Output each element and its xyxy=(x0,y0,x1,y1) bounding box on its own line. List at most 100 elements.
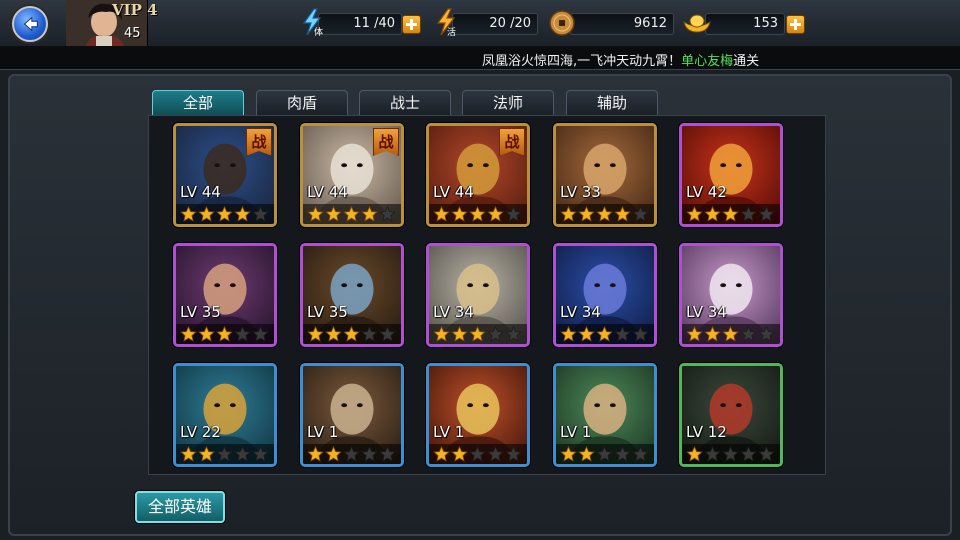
star-empty-icon xyxy=(740,326,757,342)
star-filled-icon xyxy=(704,326,721,342)
star-empty-icon xyxy=(505,206,522,222)
star-filled-icon xyxy=(560,206,577,222)
hero-star-rating xyxy=(176,204,274,224)
star-filled-icon xyxy=(180,446,197,462)
star-empty-icon xyxy=(632,326,649,342)
star-filled-icon xyxy=(325,446,342,462)
back-button[interactable] xyxy=(12,6,48,42)
tab-support[interactable]: 辅助 xyxy=(566,90,658,116)
hero-star-rating xyxy=(682,324,780,344)
hero-card[interactable]: LV 35 xyxy=(300,243,404,347)
hero-level: LV 34 xyxy=(686,303,727,321)
star-filled-icon xyxy=(469,326,486,342)
hero-level: LV 44 xyxy=(433,183,474,201)
star-empty-icon xyxy=(379,446,396,462)
star-filled-icon xyxy=(686,446,703,462)
announcement-marquee: 凤凰浴火惊四海,一飞冲天动九霄！单心友梅通关 xyxy=(0,48,960,70)
star-filled-icon xyxy=(614,206,631,222)
star-empty-icon xyxy=(505,446,522,462)
hero-card[interactable]: LV 42 xyxy=(679,123,783,227)
star-empty-icon xyxy=(234,446,251,462)
all-heroes-button[interactable]: 全部英雄 xyxy=(135,491,225,523)
star-filled-icon xyxy=(325,326,342,342)
hero-card[interactable]: LV 22 xyxy=(173,363,277,467)
star-filled-icon xyxy=(686,326,703,342)
star-filled-icon xyxy=(433,446,450,462)
tab-tank[interactable]: 肉盾 xyxy=(256,90,348,116)
tab-warrior[interactable]: 战士 xyxy=(359,90,451,116)
hero-star-rating xyxy=(303,204,401,224)
star-filled-icon xyxy=(596,326,613,342)
star-empty-icon xyxy=(740,206,757,222)
star-empty-icon xyxy=(740,446,757,462)
player-level: 45 xyxy=(124,26,141,41)
star-filled-icon xyxy=(343,206,360,222)
star-filled-icon xyxy=(343,326,360,342)
hero-card[interactable]: LV 1 xyxy=(553,363,657,467)
hero-star-rating xyxy=(556,324,654,344)
hero-card[interactable]: LV 1 xyxy=(300,363,404,467)
star-filled-icon xyxy=(560,446,577,462)
star-empty-icon xyxy=(758,206,775,222)
star-empty-icon xyxy=(758,446,775,462)
tab-all[interactable]: 全部 xyxy=(152,90,244,116)
gold-ingot-icon xyxy=(683,14,711,33)
top-bar: VIP 4 45 11 /40 体 20 /20 活 9612 153 xyxy=(0,0,960,48)
star-empty-icon xyxy=(252,326,269,342)
hero-level: LV 34 xyxy=(433,303,474,321)
star-filled-icon xyxy=(722,206,739,222)
star-filled-icon xyxy=(596,206,613,222)
star-filled-icon xyxy=(560,326,577,342)
hero-card[interactable]: LV 12 xyxy=(679,363,783,467)
hero-card[interactable]: LV 1 xyxy=(426,363,530,467)
star-empty-icon xyxy=(361,326,378,342)
hero-star-rating xyxy=(176,444,274,464)
vip-label: VIP 4 xyxy=(112,1,158,19)
marquee-text-main: 凤凰浴火惊四海,一飞冲天动九霄！ xyxy=(482,54,682,69)
back-arrow-icon xyxy=(23,16,38,32)
hero-card[interactable]: LV 34 xyxy=(679,243,783,347)
star-filled-icon xyxy=(198,446,215,462)
hero-star-rating xyxy=(303,444,401,464)
star-filled-icon xyxy=(433,206,450,222)
hero-card[interactable]: 战 LV 44 xyxy=(426,123,530,227)
marquee-player-name: 单心友梅 xyxy=(681,54,734,69)
hero-level: LV 22 xyxy=(180,423,221,441)
star-empty-icon xyxy=(758,326,775,342)
tab-mage[interactable]: 法师 xyxy=(462,90,554,116)
star-filled-icon xyxy=(180,326,197,342)
star-empty-icon xyxy=(252,206,269,222)
star-filled-icon xyxy=(307,206,324,222)
hero-card[interactable]: LV 35 xyxy=(173,243,277,347)
star-empty-icon xyxy=(216,446,233,462)
hero-star-rating xyxy=(556,204,654,224)
hero-level: LV 12 xyxy=(686,423,727,441)
hero-level: LV 44 xyxy=(307,183,348,201)
star-filled-icon xyxy=(307,446,324,462)
star-filled-icon xyxy=(307,326,324,342)
hero-card[interactable]: LV 34 xyxy=(553,243,657,347)
star-filled-icon xyxy=(469,206,486,222)
hero-star-rating xyxy=(429,444,527,464)
star-filled-icon xyxy=(234,206,251,222)
marquee-text: 凤凰浴火惊四海,一飞冲天动九霄！单心友梅通关 xyxy=(482,50,759,69)
hero-level: LV 1 xyxy=(307,423,339,441)
star-filled-icon xyxy=(216,206,233,222)
hero-card[interactable]: 战 LV 44 xyxy=(300,123,404,227)
hero-star-rating xyxy=(176,324,274,344)
ingots-plus-button[interactable] xyxy=(786,15,805,34)
star-filled-icon xyxy=(578,206,595,222)
star-filled-icon xyxy=(433,326,450,342)
star-empty-icon xyxy=(487,446,504,462)
star-empty-icon xyxy=(469,446,486,462)
hero-card[interactable]: LV 33 xyxy=(553,123,657,227)
coins-value: 9612 xyxy=(633,16,667,31)
stamina-plus-button[interactable] xyxy=(402,15,421,34)
ingots-counter: 153 xyxy=(705,13,785,35)
hero-card[interactable]: LV 34 xyxy=(426,243,530,347)
star-empty-icon xyxy=(379,326,396,342)
hero-card[interactable]: 战 LV 44 xyxy=(173,123,277,227)
hero-star-rating xyxy=(429,324,527,344)
star-empty-icon xyxy=(614,446,631,462)
hero-level: LV 1 xyxy=(433,423,465,441)
